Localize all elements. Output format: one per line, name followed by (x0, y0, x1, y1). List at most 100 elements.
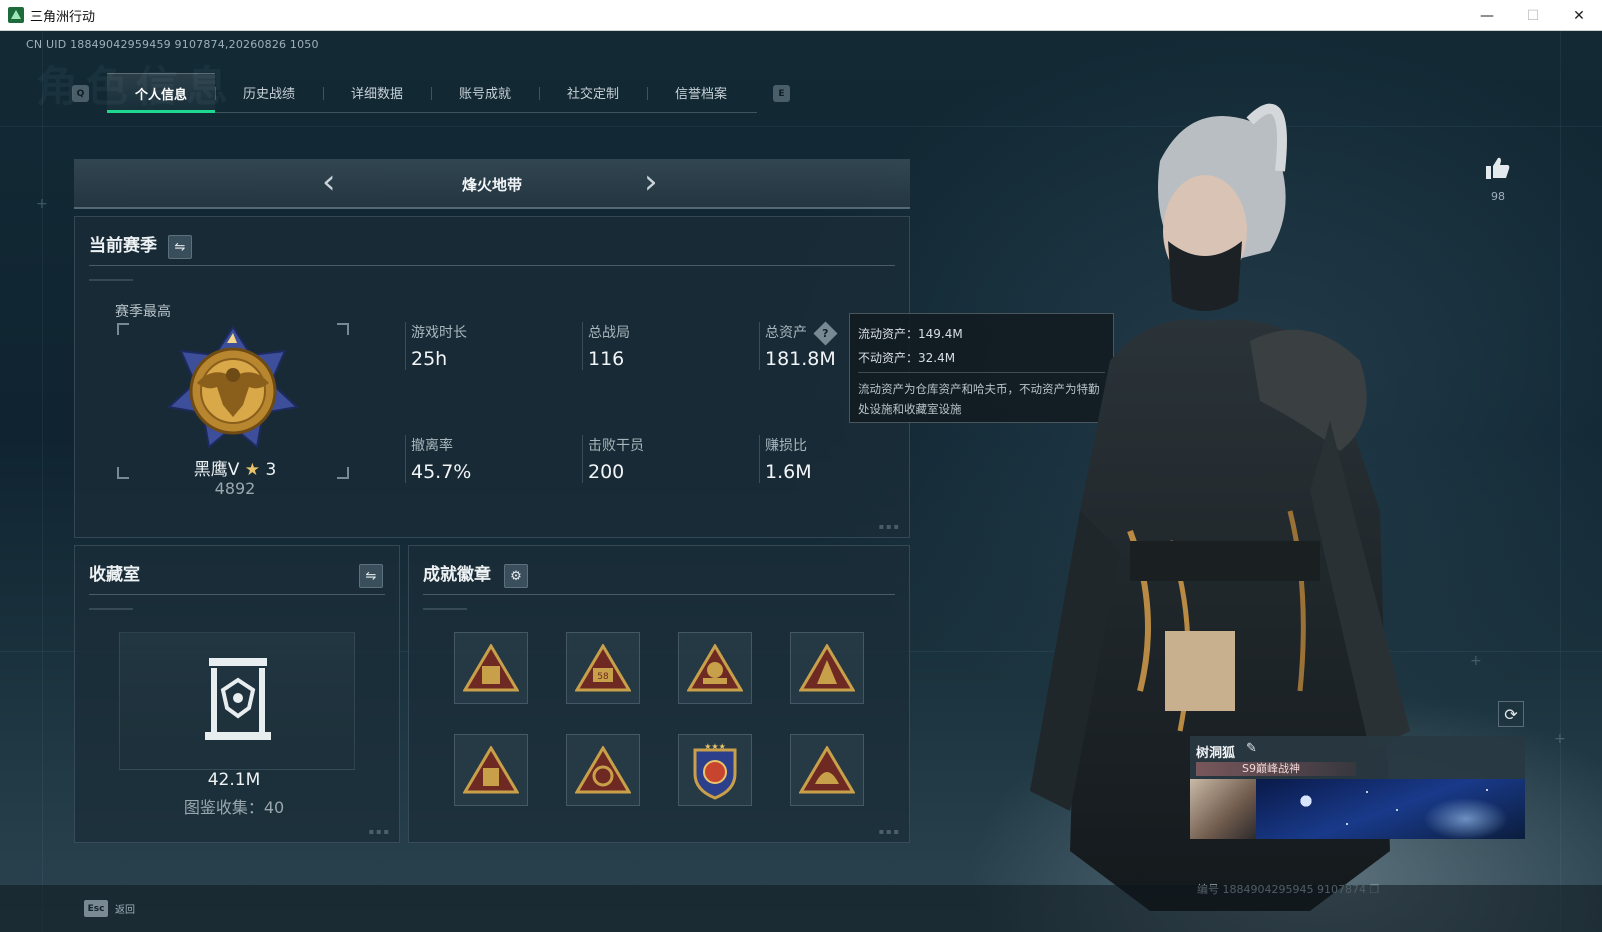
rank-eagle-emblem-icon (166, 325, 300, 449)
window-titlebar: 三角洲行动 — ☐ ✕ (0, 0, 1602, 31)
tab-achievements[interactable]: 账号成就 (431, 73, 539, 112)
stat-label: 总战局 (588, 325, 630, 341)
collection-panel[interactable]: 收藏室 ⇋ 42.1M 图鉴收集：40 ▪▪▪ (74, 545, 400, 843)
rank-title: 黑鹰V (193, 460, 240, 480)
help-glyph: ? (822, 326, 830, 340)
triangle-badge-icon (687, 644, 743, 692)
stat-value: 25h (411, 348, 448, 370)
back-label[interactable]: 返回 (115, 901, 135, 916)
app-logo-icon (8, 7, 24, 23)
badge-label: 58 (597, 672, 609, 682)
triangle-badge-icon (799, 644, 855, 692)
display-case-icon (205, 658, 271, 740)
divider (89, 265, 895, 266)
stat-kills: 击败干员 200 (582, 435, 742, 483)
triangle-badge-icon (575, 746, 631, 794)
collection-count: 图鉴收集：40 (183, 798, 285, 817)
esc-key[interactable]: Esc (84, 900, 108, 917)
star-dot (1366, 791, 1368, 793)
stat-label: 游戏时长 (411, 325, 467, 341)
mode-next-button[interactable]: › (644, 165, 658, 199)
tab-reputation[interactable]: 信誉档案 (647, 73, 755, 112)
triangle-badge-icon (463, 746, 519, 794)
mode-selector: ‹ 烽火地带 › (74, 159, 910, 209)
achievement-badge[interactable] (790, 632, 864, 704)
achievement-badge[interactable]: 58 (566, 632, 640, 704)
edit-icon[interactable]: ✎ (1246, 741, 1257, 756)
stat-value: 200 (588, 461, 625, 483)
panel-decoration: ▪▪▪ (368, 827, 391, 836)
rank-score: 4892 (214, 479, 256, 498)
current-season-panel: 当前赛季 ⇋ 赛季最高 黑鹰V ★ 3 4892 游戏时长 25h 总战局 11… (74, 216, 910, 538)
achievement-badge[interactable] (790, 734, 864, 806)
frame-corner (117, 323, 129, 335)
star-dot (1396, 809, 1398, 811)
achievement-badge[interactable] (566, 734, 640, 806)
achievement-badge[interactable] (454, 734, 528, 806)
achievement-badge[interactable] (678, 632, 752, 704)
tab-prev-key[interactable]: Q (72, 85, 89, 102)
grid-line (1560, 31, 1561, 932)
divider (89, 594, 385, 595)
player-title-tag: S9巅峰战神 (1196, 762, 1356, 776)
close-button[interactable]: ✕ (1556, 0, 1602, 31)
player-banner (1256, 779, 1525, 839)
window-title: 三角洲行动 (30, 9, 96, 25)
collection-value: 42.1M (207, 770, 261, 790)
stat-label: 赚损比 (765, 438, 807, 454)
stat-play-time: 游戏时长 25h (405, 322, 565, 370)
season-best-label: 赛季最高 (115, 304, 171, 320)
stat-value: 116 (588, 348, 625, 370)
tab-history[interactable]: 历史战绩 (215, 73, 323, 112)
like-button[interactable]: 98 (1483, 156, 1513, 203)
stat-value: 1.6M (765, 461, 812, 483)
tab-social[interactable]: 社交定制 (539, 73, 647, 112)
stat-value: 45.7% (411, 461, 472, 483)
panel-decoration: ▪▪▪ (878, 827, 901, 836)
stat-label-text: 总资产 (765, 325, 807, 341)
maximize-button[interactable]: ☐ (1510, 0, 1556, 31)
stat-label: 撤离率 (411, 438, 453, 454)
tab-detailed-data[interactable]: 详细数据 (323, 73, 431, 112)
stat-extraction-rate: 撤离率 45.7% (405, 435, 565, 483)
gear-icon[interactable]: ⚙ (504, 564, 528, 588)
player-name: 树洞狐 (1196, 746, 1236, 761)
panel-decoration: ▪▪▪ (878, 522, 901, 531)
refresh-icon[interactable]: ⟳ (1498, 701, 1524, 727)
star-icon: ★ (244, 460, 261, 480)
divider (89, 279, 133, 281)
avatar[interactable] (1190, 779, 1256, 839)
minimize-button[interactable]: — (1464, 0, 1510, 31)
rank-name: 黑鹰V ★ 3 (115, 455, 355, 480)
switch-collection-button[interactable]: ⇋ (359, 564, 383, 588)
player-card[interactable]: 树洞狐 ✎ S9巅峰战神 (1190, 736, 1525, 839)
mode-title: 烽火地带 (461, 176, 522, 194)
star-dot (1486, 789, 1488, 791)
achievement-badge[interactable]: ★★★ (678, 734, 752, 806)
bottom-bar: Esc 返回 (0, 885, 1602, 932)
grid-line (42, 31, 43, 932)
achievement-badge[interactable] (454, 632, 528, 704)
stat-total-matches: 总战局 116 (582, 322, 742, 370)
shield-badge-icon: ★★★ (693, 742, 737, 800)
frame-corner (337, 323, 349, 335)
triangle-badge-icon (799, 746, 855, 794)
collection-title: 收藏室 (89, 565, 140, 585)
help-icon[interactable]: ? (813, 320, 838, 346)
thumbs-up-icon (1486, 157, 1510, 179)
divider (89, 608, 133, 610)
tab-personal-info[interactable]: 个人信息 (107, 73, 215, 113)
star-dot (1346, 823, 1348, 825)
main-tabs: 个人信息 历史战绩 详细数据 账号成就 社交定制 信誉档案 (107, 73, 757, 113)
stat-label: 击败干员 (588, 438, 644, 454)
divider (423, 608, 467, 610)
switch-season-button[interactable]: ⇋ (168, 235, 192, 259)
crosshair-icon: + (1470, 653, 1482, 669)
achievement-badges-panel: 成就徽章 ⚙ 58 ★★★ ▪▪▪ (408, 545, 910, 843)
tab-next-key[interactable]: E (773, 85, 790, 102)
uid-line: CN UID 18849042959459 9107874,20260826 1… (26, 38, 319, 51)
like-count: 98 (1491, 190, 1505, 203)
game-viewport: + + + 角色信息 CN UID 18849042959459 9107874… (0, 31, 1602, 932)
crosshair-icon: + (1554, 731, 1566, 747)
current-season-title: 当前赛季 (89, 236, 157, 256)
